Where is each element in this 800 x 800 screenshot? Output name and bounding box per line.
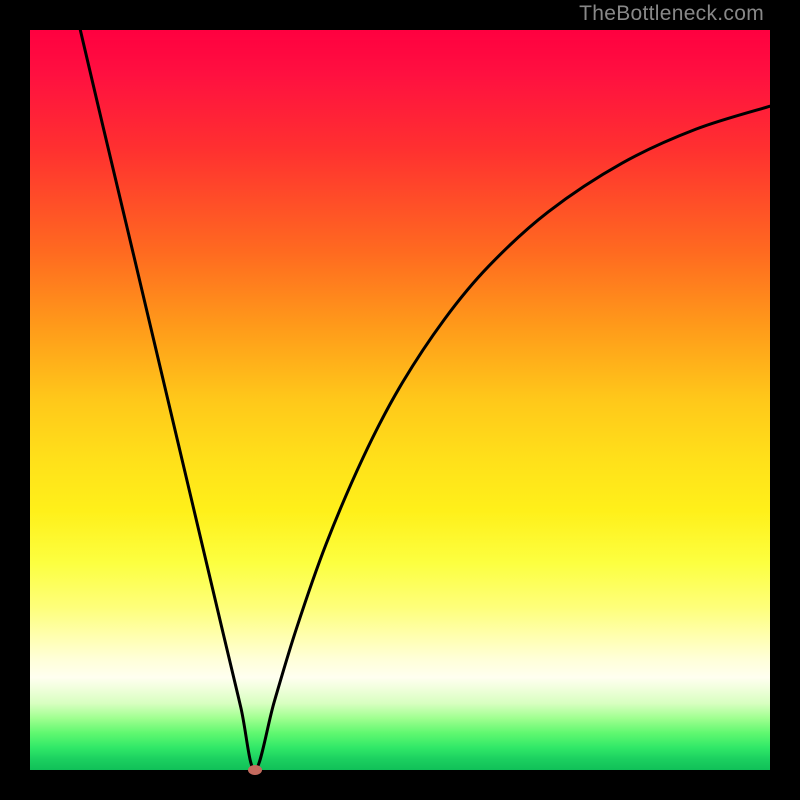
chart-frame: TheBottleneck.com — [0, 0, 800, 800]
bottleneck-curve — [30, 30, 770, 770]
watermark-text: TheBottleneck.com — [579, 2, 764, 26]
minimum-marker — [248, 765, 262, 775]
plot-area — [30, 30, 770, 770]
